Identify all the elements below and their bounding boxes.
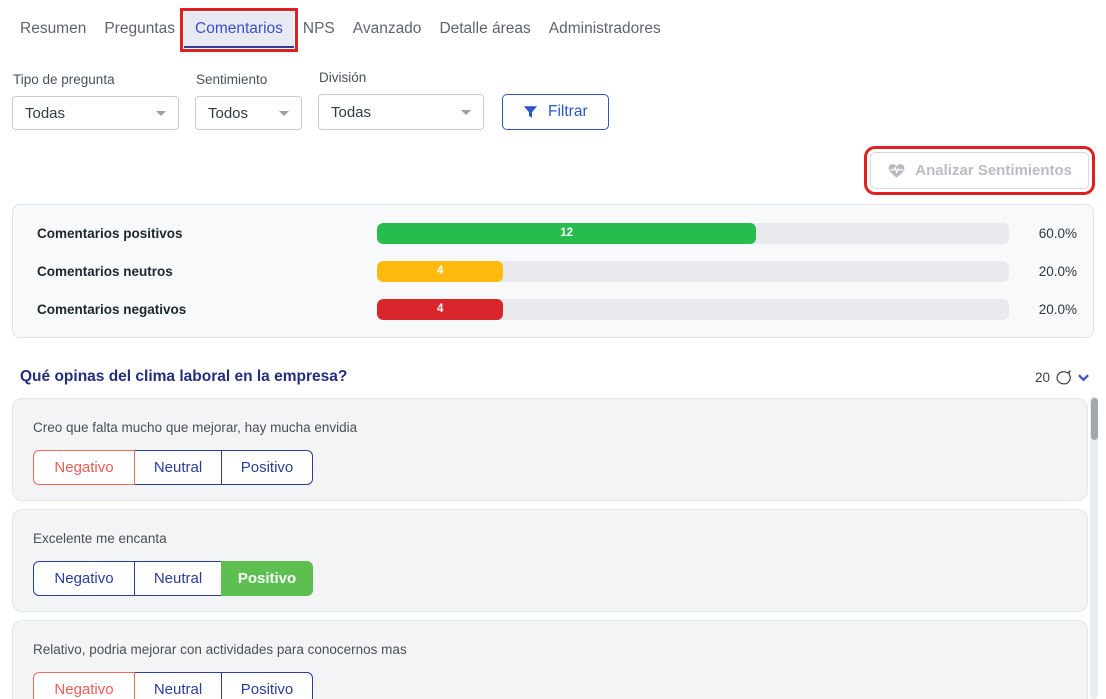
- neutral-bar-track: 4: [377, 261, 1009, 282]
- comment-card: Relativo, podria mejorar con actividades…: [12, 620, 1088, 699]
- comment-text: Relativo, podria mejorar con actividades…: [33, 642, 1067, 657]
- comment-card: Creo que falta mucho que mejorar, hay mu…: [12, 398, 1088, 501]
- comment-card: Excelente me encanta Negativo Neutral Po…: [12, 509, 1088, 612]
- tab-comentarios[interactable]: Comentarios: [184, 12, 294, 48]
- heart-pulse-icon: [887, 163, 906, 179]
- neutral-button[interactable]: Neutral: [134, 450, 222, 485]
- summary-label: Comentarios negativos: [25, 302, 377, 317]
- question-type-select[interactable]: Todas: [12, 96, 179, 130]
- filter-label: Tipo de pregunta: [13, 72, 179, 87]
- selected-value: Todos: [208, 105, 248, 122]
- actions-row: Analizar Sentimientos: [12, 152, 1094, 189]
- positivo-button[interactable]: Positivo: [221, 561, 313, 596]
- scrollbar-thumb[interactable]: [1091, 398, 1098, 440]
- division-select[interactable]: Todas: [318, 94, 484, 130]
- comments-scrollbar[interactable]: [1090, 396, 1098, 699]
- summary-label: Comentarios neutros: [25, 264, 377, 279]
- question-title: Qué opinas del clima laboral en la empre…: [20, 368, 347, 386]
- negativo-button[interactable]: Negativo: [33, 561, 135, 596]
- tab-detalle-areas[interactable]: Detalle áreas: [430, 12, 539, 48]
- comment-count: 20: [1035, 370, 1050, 385]
- positive-bar-track: 12: [377, 223, 1009, 244]
- sentiment-select[interactable]: Todos: [195, 96, 302, 130]
- neutral-button[interactable]: Neutral: [134, 561, 222, 596]
- selected-value: Todas: [25, 105, 65, 122]
- summary-label: Comentarios positivos: [25, 226, 377, 241]
- analyze-sentiments-button[interactable]: Analizar Sentimientos: [870, 152, 1089, 189]
- question-header: Qué opinas del clima laboral en la empre…: [20, 368, 1086, 386]
- filter-label: Sentimiento: [196, 72, 302, 87]
- tab-avanzado[interactable]: Avanzado: [344, 12, 431, 48]
- chevron-down-icon: [279, 111, 289, 116]
- filter-sentiment: Sentimiento Todos: [195, 72, 302, 130]
- positive-bar: 12: [377, 223, 756, 244]
- tab-nps[interactable]: NPS: [294, 12, 344, 48]
- selected-value: Todas: [331, 104, 371, 121]
- analyze-sentiments-label: Analizar Sentimientos: [915, 162, 1072, 179]
- negativo-button[interactable]: Negativo: [33, 672, 135, 699]
- summary-percent: 20.0%: [1009, 302, 1081, 317]
- filter-division: División Todas: [318, 70, 484, 130]
- chevron-down-icon: [156, 111, 166, 116]
- question-meta: 20: [1035, 369, 1090, 386]
- neutral-button[interactable]: Neutral: [134, 672, 222, 699]
- negative-bar-track: 4: [377, 299, 1009, 320]
- sentiment-toggle-group: Negativo Neutral Positivo: [33, 450, 313, 485]
- summary-percent: 20.0%: [1009, 264, 1081, 279]
- tab-preguntas[interactable]: Preguntas: [95, 12, 184, 48]
- tab-bar: Resumen Preguntas Comentarios NPS Avanza…: [0, 0, 1106, 50]
- comment-text: Excelente me encanta: [33, 531, 1067, 546]
- sentiment-toggle-group: Negativo Neutral Positivo: [33, 672, 313, 699]
- tab-administradores[interactable]: Administradores: [540, 12, 670, 48]
- negativo-button[interactable]: Negativo: [33, 450, 135, 485]
- comment-text: Creo que falta mucho que mejorar, hay mu…: [33, 420, 1067, 435]
- collapse-chevron-icon[interactable]: [1077, 373, 1090, 382]
- comments-list: Creo que falta mucho que mejorar, hay mu…: [12, 398, 1088, 699]
- sentiment-toggle-group: Negativo Neutral Positivo: [33, 561, 313, 596]
- filter-label: División: [319, 70, 484, 85]
- filter-button-label: Filtrar: [548, 103, 588, 121]
- chevron-down-icon: [461, 110, 471, 115]
- filter-bar: Tipo de pregunta Todas Sentimiento Todos…: [12, 70, 1094, 130]
- filter-button[interactable]: Filtrar: [502, 94, 609, 130]
- tab-resumen[interactable]: Resumen: [11, 12, 95, 48]
- neutral-bar: 4: [377, 261, 503, 282]
- negative-bar: 4: [377, 299, 503, 320]
- positivo-button[interactable]: Positivo: [221, 672, 313, 699]
- summary-row-positive: Comentarios positivos 12 60.0%: [25, 214, 1081, 252]
- positivo-button[interactable]: Positivo: [221, 450, 313, 485]
- comment-bubble-icon: [1055, 369, 1072, 386]
- summary-percent: 60.0%: [1009, 226, 1081, 241]
- filter-question-type: Tipo de pregunta Todas: [12, 72, 179, 130]
- summary-row-neutral: Comentarios neutros 4 20.0%: [25, 252, 1081, 290]
- comments-dashboard: Resumen Preguntas Comentarios NPS Avanza…: [0, 0, 1106, 699]
- sentiment-summary-panel: Comentarios positivos 12 60.0% Comentari…: [12, 204, 1094, 338]
- summary-row-negative: Comentarios negativos 4 20.0%: [25, 290, 1081, 328]
- funnel-icon: [523, 105, 538, 120]
